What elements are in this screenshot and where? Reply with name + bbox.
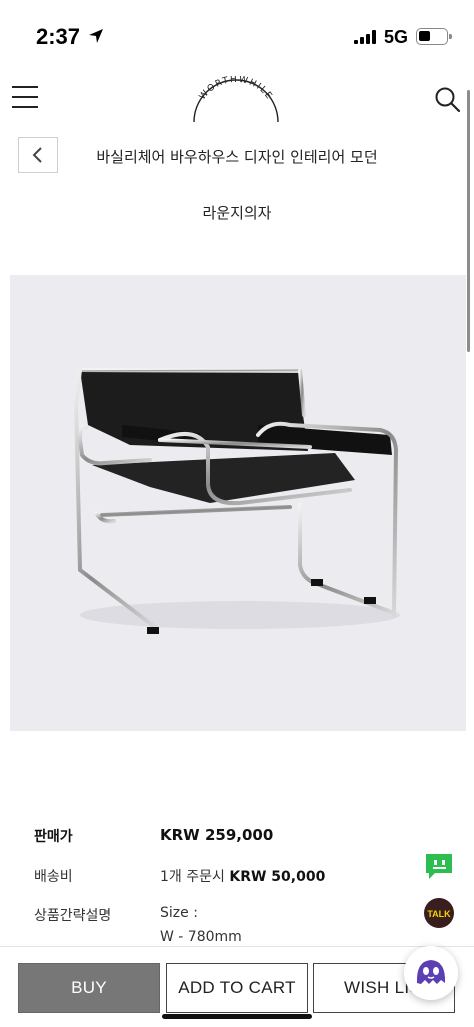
battery-icon: [416, 28, 452, 45]
shipping-prefix: 1개 주문시: [160, 869, 225, 885]
shipping-value: 1개 주문시 KRW 50,000: [160, 866, 325, 886]
network-type: 5G: [384, 27, 409, 47]
logo-text: WORTHWHILE: [198, 76, 273, 102]
price-label: 판매가: [34, 829, 73, 845]
menu-icon[interactable]: [12, 86, 38, 110]
brand-logo[interactable]: WORTHWHILE: [190, 76, 282, 126]
chat-icon[interactable]: [423, 850, 455, 882]
chevron-left-icon: [32, 147, 42, 163]
svg-text:WORTHWHILE: WORTHWHILE: [198, 76, 275, 102]
back-button[interactable]: [18, 137, 58, 173]
kakaotalk-icon[interactable]: TALK: [423, 898, 455, 928]
home-indicator: [162, 1014, 312, 1019]
shipping-label: 배송비: [34, 869, 73, 885]
chair-illustration: [73, 368, 400, 634]
summary-size: Size :: [160, 905, 198, 921]
clock: 2:37: [36, 24, 81, 49]
add-to-cart-button[interactable]: ADD TO CART: [166, 963, 308, 1013]
status-bar: 2:37 5G: [0, 0, 474, 72]
product-image[interactable]: [10, 275, 466, 731]
price-value: KRW 259,000: [160, 826, 274, 844]
product-title-line2: 라운지의자: [202, 204, 272, 222]
summary-text: Size : W - 780mm: [160, 901, 242, 949]
buy-button[interactable]: BUY: [18, 963, 160, 1013]
search-icon[interactable]: [434, 86, 462, 114]
cell-signal-icon: [354, 30, 376, 44]
shipping-amount: KRW 50,000: [229, 869, 326, 885]
location-arrow-icon: [89, 29, 103, 43]
product-title-line1: 바실리체어 바우하우스 디자인 인테리어 모던: [96, 148, 378, 166]
talk-label: TALK: [427, 909, 451, 919]
summary-label: 상품간략설명: [34, 908, 112, 924]
chatbot-icon[interactable]: [404, 946, 458, 1000]
